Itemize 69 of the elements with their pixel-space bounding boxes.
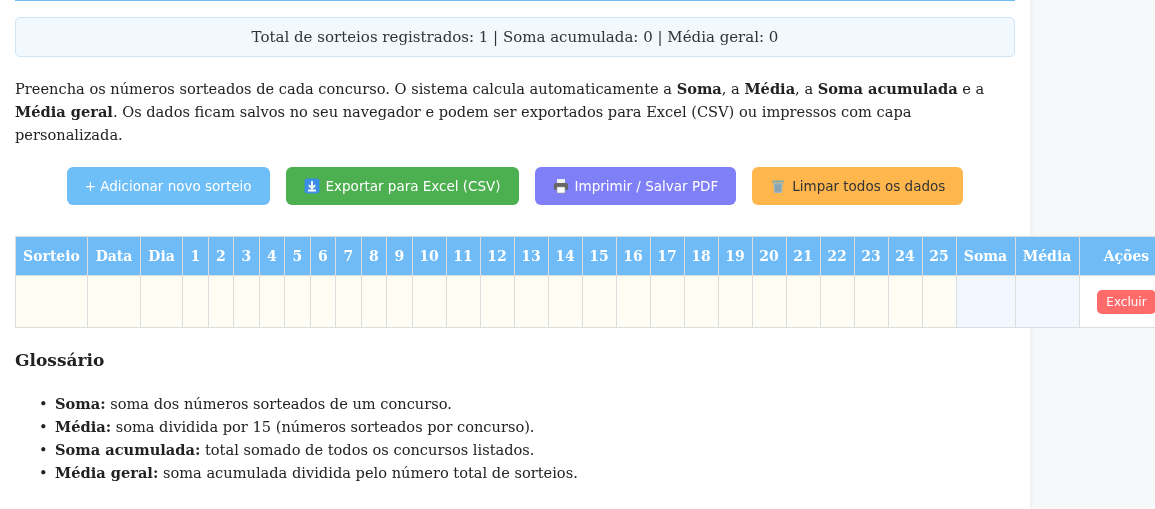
delete-button[interactable]: Excluir — [1097, 289, 1155, 314]
glossary-item: Soma acumulada: total somado de todos os concursos listados. — [55, 440, 535, 460]
table-cell — [650, 275, 684, 328]
column-header: 15 — [582, 236, 616, 276]
print-button[interactable]: Imprimir / Salvar PDF — [534, 167, 737, 205]
column-header: 12 — [480, 236, 514, 276]
column-header: 22 — [820, 236, 854, 276]
table-cell — [140, 275, 183, 328]
trash-icon — [770, 178, 787, 194]
table-cell — [684, 275, 718, 328]
table-cell — [820, 275, 854, 328]
table-cell — [718, 275, 752, 328]
column-header: 2 — [208, 236, 234, 276]
table-cell — [854, 275, 888, 328]
table-cell — [922, 275, 956, 328]
column-header: 7 — [335, 236, 361, 276]
bullet: • — [39, 463, 49, 483]
table-cell — [786, 275, 820, 328]
bullet: • — [39, 394, 49, 414]
column-header: Média — [1015, 236, 1079, 276]
glossary-heading: Glossário — [15, 350, 106, 370]
table-cell — [446, 275, 480, 328]
column-header: 23 — [854, 236, 888, 276]
column-header: 17 — [650, 236, 684, 276]
column-header: 24 — [888, 236, 922, 276]
column-header: 4 — [259, 236, 285, 276]
table-cell — [616, 275, 650, 328]
table-cell — [87, 275, 141, 328]
column-header: 8 — [361, 236, 387, 276]
column-header: Data — [87, 236, 141, 276]
table-cell — [582, 275, 616, 328]
summary-banner: Total de sorteios registrados: 1 | Soma acumulada: 0 | Média geral: 0 — [15, 17, 1015, 57]
column-header: 19 — [718, 236, 752, 276]
glossary-item: Média geral: soma acumulada dividida pelo número total de sorteios. — [55, 463, 578, 483]
column-header: 6 — [310, 236, 336, 276]
column-header: 21 — [786, 236, 820, 276]
glossary-item: Média: soma dividida por 15 (números sorteados por concurso). — [55, 417, 535, 437]
column-header: 9 — [386, 236, 412, 276]
column-header: 14 — [548, 236, 582, 276]
intro-paragraph: Preencha os números sorteados de cada concurso. O sistema calcula automaticamente a Soma, a Média, a Soma acumulada e a Média geral. Os dados ficam salvos no seu navegador e podem ser exportados para Excel (CSV) ou impressos com capa personalizada. — [15, 79, 986, 145]
column-header: 10 — [412, 236, 446, 276]
column-header: 20 — [752, 236, 786, 276]
bullet: • — [39, 440, 49, 460]
column-header: Soma — [956, 236, 1015, 276]
column-header: 5 — [284, 236, 310, 276]
bullet: • — [39, 417, 49, 437]
table-cell — [480, 275, 514, 328]
add-button[interactable]: + Adicionar novo sorteio — [66, 167, 270, 205]
table-cell — [514, 275, 548, 328]
table-cell — [548, 275, 582, 328]
export-button[interactable]: Exportar para Excel (CSV) — [285, 167, 519, 205]
table-cell — [956, 275, 1015, 328]
table-cell — [752, 275, 786, 328]
column-header: Ações — [1079, 236, 1155, 276]
column-header: 1 — [182, 236, 208, 276]
column-header: 13 — [514, 236, 548, 276]
table-cell — [888, 275, 922, 328]
table-cell — [412, 275, 446, 328]
column-header: 25 — [922, 236, 956, 276]
printer-icon — [552, 178, 569, 194]
column-header: 3 — [233, 236, 259, 276]
clear-button[interactable]: Limpar todos os dados — [752, 167, 964, 205]
glossary-item: Soma: soma dos números sorteados de um concurso. — [55, 394, 452, 414]
column-header: 16 — [616, 236, 650, 276]
column-header: Dia — [140, 236, 183, 276]
column-header: 11 — [446, 236, 480, 276]
column-header: 18 — [684, 236, 718, 276]
download-icon — [303, 178, 320, 194]
column-header: Sorteio — [15, 236, 88, 276]
